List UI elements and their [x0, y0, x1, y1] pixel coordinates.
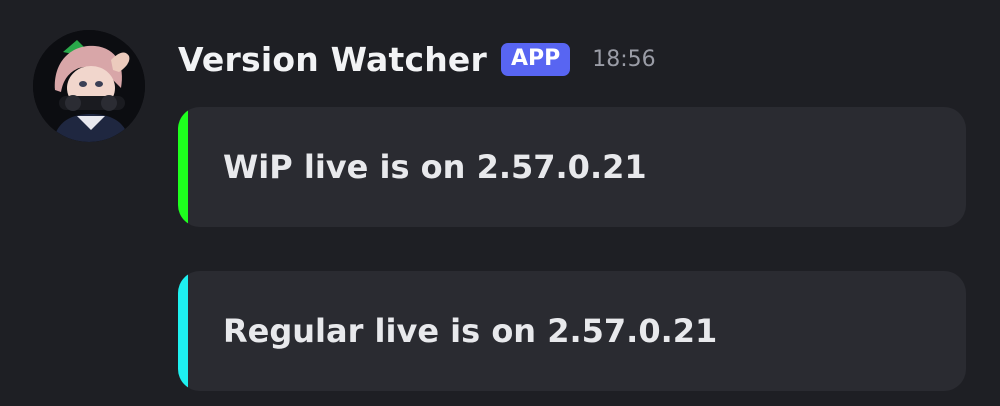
embed-description: Regular live is on 2.57.0.21 — [223, 312, 718, 350]
embed-accent-bar — [178, 107, 188, 227]
app-badge: APP — [500, 42, 571, 76]
embed-description: WiP live is on 2.57.0.21 — [223, 148, 647, 186]
author-name[interactable]: Version Watcher — [178, 40, 487, 79]
message-header: Version Watcher APP 18:56 — [178, 36, 656, 82]
embed-accent-bar — [178, 271, 188, 391]
message-timestamp[interactable]: 18:56 — [592, 47, 655, 72]
avatar[interactable] — [33, 30, 145, 142]
chat-message: Version Watcher APP 18:56 WiP live is on… — [0, 0, 1000, 406]
anime-character-avatar-icon — [33, 30, 145, 142]
embed-wip-version: WiP live is on 2.57.0.21 — [178, 107, 966, 227]
embed-regular-version: Regular live is on 2.57.0.21 — [178, 271, 966, 391]
